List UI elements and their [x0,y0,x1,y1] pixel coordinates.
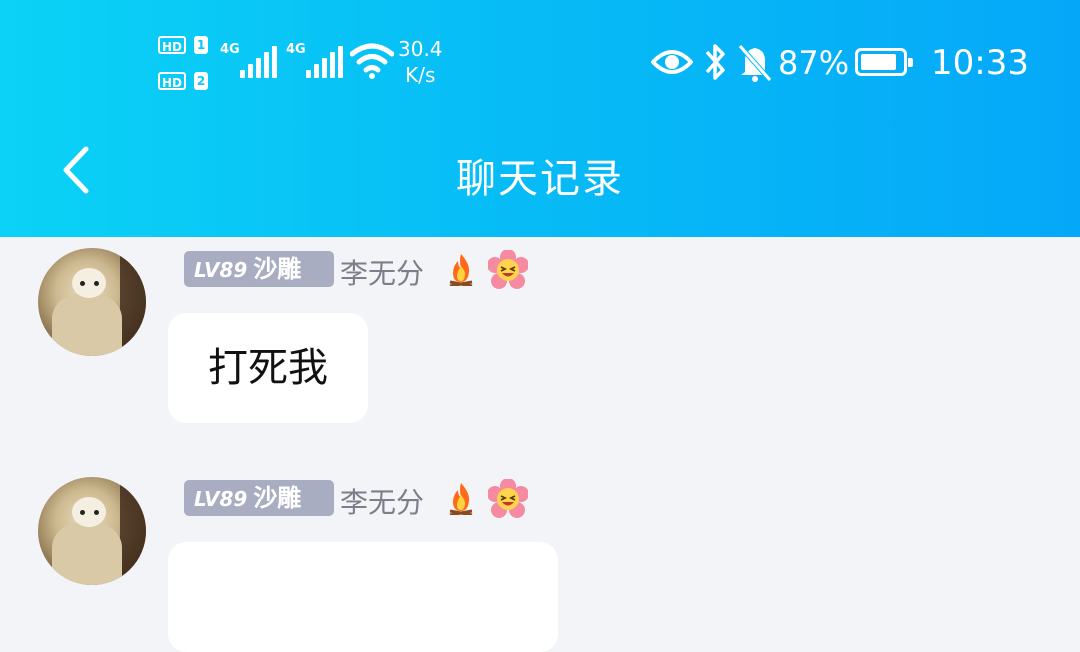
bluetooth-icon [705,44,725,80]
fire-icon [449,483,473,515]
battery-icon [855,48,913,76]
level-badge: LV89 沙雕 [184,480,334,516]
sim1-hd-label: HD [158,36,186,54]
sim1-number: 1 [194,36,208,54]
network-type-1: 4G [220,42,240,57]
network-speed: 30.4 K/s [398,36,443,88]
avatar[interactable] [38,477,146,585]
laughing-flower-icon [488,250,528,289]
battery-percent: 87% [778,44,850,82]
message-bubble[interactable] [168,542,558,652]
level-badge: LV89 沙雕 [184,251,334,287]
avatar[interactable] [38,248,146,356]
message-bubble[interactable]: 打死我 [168,313,368,423]
sim2-number: 2 [194,72,208,90]
status-bar: HD 1 HD 2 4G 4G 30.4 K/s 87% 10:33 [0,0,1080,120]
network-speed-unit: K/s [405,63,436,87]
level-prefix: LV89 [194,258,248,282]
level-prefix: LV89 [194,487,248,511]
network-type-2: 4G [286,42,306,57]
header-bar: HD 1 HD 2 4G 4G 30.4 K/s 87% 10:33 聊天记录 [0,0,1080,237]
bell-muted-icon [738,44,772,82]
battery-fill [861,54,896,70]
fire-icon [449,254,473,286]
eye-icon [651,50,693,74]
level-title: 沙雕 [253,255,302,283]
clock: 10:33 [931,43,1029,83]
wifi-icon [350,43,394,79]
level-title: 沙雕 [253,484,302,512]
sim2-hd-label: HD [158,72,186,90]
laughing-flower-icon [488,479,528,518]
network-speed-value: 30.4 [398,37,443,61]
page-title: 聊天记录 [456,156,624,202]
sender-name[interactable]: 李无分 [340,481,424,521]
sender-name[interactable]: 李无分 [340,252,424,292]
